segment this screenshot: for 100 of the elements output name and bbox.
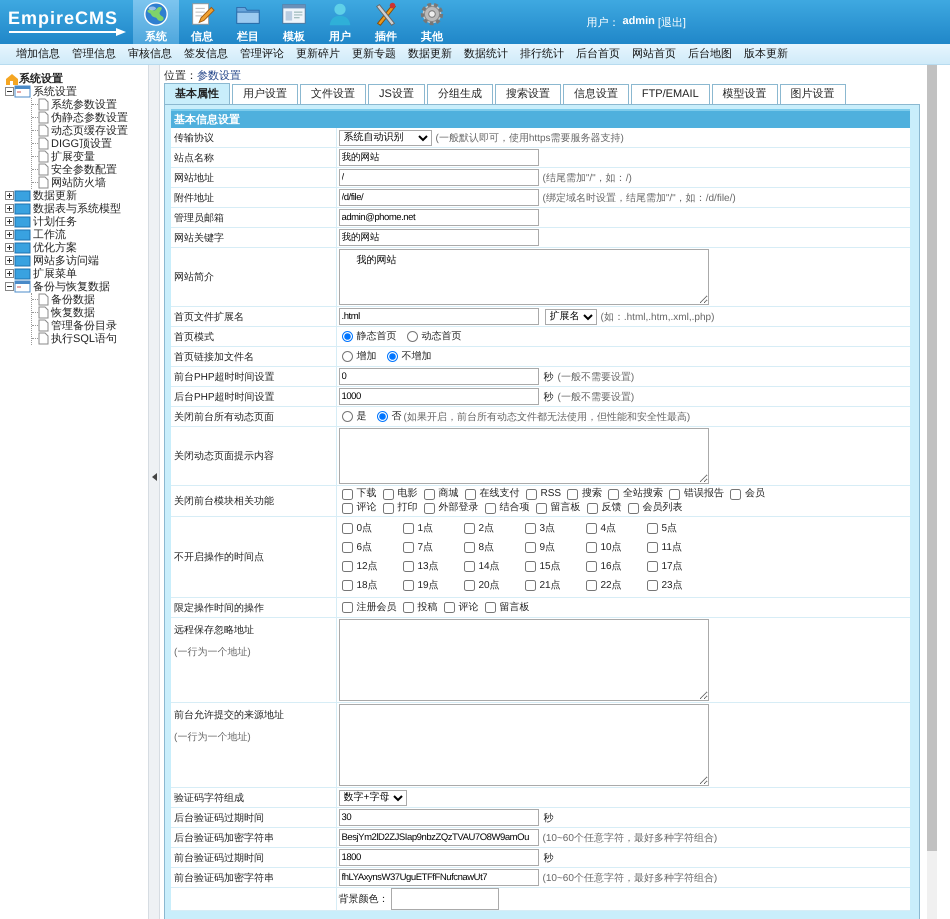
text-field[interactable]: 30 bbox=[338, 809, 538, 826]
tab[interactable]: FTP/EMAIL bbox=[630, 84, 710, 104]
tree-item[interactable]: 安全参数配置 bbox=[49, 162, 117, 177]
tree-item[interactable]: 管理备份目录 bbox=[49, 318, 117, 333]
checkbox[interactable] bbox=[402, 542, 414, 553]
tree-item[interactable]: 伪静态参数设置 bbox=[49, 110, 128, 125]
checkbox[interactable] bbox=[628, 502, 638, 514]
dropdown[interactable]: 数字+字母 bbox=[338, 790, 406, 806]
expand-icon[interactable] bbox=[5, 204, 14, 213]
radio-button[interactable] bbox=[342, 331, 352, 342]
text-area[interactable] bbox=[338, 428, 708, 484]
text-field[interactable]: 我的网站 bbox=[338, 229, 538, 246]
checkbox[interactable] bbox=[342, 580, 352, 591]
checkbox[interactable] bbox=[424, 488, 434, 500]
checkbox[interactable] bbox=[464, 561, 474, 572]
collapse-icon[interactable] bbox=[5, 87, 14, 96]
text-field[interactable]: admin@phome.net bbox=[338, 209, 538, 226]
checkbox[interactable] bbox=[342, 502, 352, 514]
menu-link[interactable]: 后台地图 bbox=[682, 44, 738, 64]
tree-item[interactable]: 网站防火墙 bbox=[49, 175, 106, 190]
checkbox[interactable] bbox=[646, 561, 658, 572]
tree-item[interactable]: 备份数据 bbox=[49, 292, 95, 307]
radio-button[interactable] bbox=[406, 331, 418, 342]
text-field[interactable]: 0 bbox=[338, 368, 538, 385]
checkbox[interactable] bbox=[342, 602, 352, 613]
checkbox[interactable] bbox=[536, 502, 546, 514]
checkbox[interactable] bbox=[402, 523, 414, 534]
menu-link[interactable]: 后台首页 bbox=[570, 44, 626, 64]
checkbox[interactable] bbox=[730, 488, 742, 500]
radio-button[interactable] bbox=[376, 411, 388, 422]
tree-item[interactable]: 网站多访问端 bbox=[31, 253, 99, 268]
checkbox[interactable] bbox=[484, 502, 496, 514]
radio-button[interactable] bbox=[342, 411, 352, 422]
expand-icon[interactable] bbox=[5, 269, 14, 278]
tree-root[interactable]: 系统设置 bbox=[19, 70, 63, 86]
checkbox[interactable] bbox=[586, 580, 596, 591]
menu-link[interactable]: 版本更新 bbox=[738, 44, 794, 64]
scrollbar-thumb[interactable] bbox=[927, 65, 937, 851]
tree-item[interactable]: 系统设置 bbox=[31, 84, 77, 99]
nav-button[interactable]: 其他 bbox=[409, 0, 455, 44]
menu-link[interactable]: 排行统计 bbox=[514, 44, 570, 64]
dropdown[interactable]: 系统自动识别 bbox=[338, 130, 432, 146]
menu-link[interactable]: 管理信息 bbox=[66, 44, 122, 64]
tree-item[interactable]: 扩展变量 bbox=[49, 149, 95, 164]
checkbox[interactable] bbox=[646, 523, 658, 534]
menu-link[interactable]: 更新碎片 bbox=[290, 44, 346, 64]
color-field[interactable] bbox=[390, 888, 498, 910]
tree-item[interactable]: DIGG顶设置 bbox=[49, 136, 112, 151]
menu-link[interactable]: 网站首页 bbox=[626, 44, 682, 64]
expand-icon[interactable] bbox=[5, 256, 14, 265]
checkbox[interactable] bbox=[646, 580, 658, 591]
tab[interactable]: 分组生成 bbox=[426, 84, 493, 104]
checkbox[interactable] bbox=[586, 561, 596, 572]
checkbox[interactable] bbox=[524, 542, 536, 553]
checkbox[interactable] bbox=[382, 502, 394, 514]
menu-link[interactable]: 签发信息 bbox=[178, 44, 234, 64]
tree-item[interactable]: 计划任务 bbox=[31, 214, 77, 229]
checkbox[interactable] bbox=[342, 523, 352, 534]
tab[interactable]: 用户设置 bbox=[232, 84, 298, 104]
nav-button[interactable]: 栏目 bbox=[225, 0, 271, 44]
text-field[interactable]: /d/file/ bbox=[338, 189, 538, 206]
menu-link[interactable]: 数据更新 bbox=[402, 44, 458, 64]
tree-item[interactable]: 系统参数设置 bbox=[49, 97, 117, 112]
checkbox[interactable] bbox=[524, 561, 536, 572]
text-field[interactable]: 我的网站 bbox=[338, 149, 538, 166]
text-area[interactable] bbox=[338, 704, 708, 786]
radio-button[interactable] bbox=[342, 351, 352, 362]
checkbox[interactable] bbox=[669, 488, 680, 500]
menu-link[interactable]: 审核信息 bbox=[122, 44, 178, 64]
collapse-icon[interactable] bbox=[5, 282, 14, 291]
checkbox[interactable] bbox=[464, 542, 474, 553]
tab[interactable]: 文件设置 bbox=[300, 84, 366, 104]
tab[interactable]: 信息设置 bbox=[562, 84, 629, 104]
text-area[interactable]: 我的网站 bbox=[338, 249, 708, 305]
checkbox[interactable] bbox=[402, 561, 414, 572]
tree-item[interactable]: 优化方案 bbox=[31, 240, 77, 255]
checkbox[interactable] bbox=[608, 488, 620, 500]
tree-item[interactable]: 恢复数据 bbox=[49, 305, 95, 320]
menu-link[interactable]: 管理评论 bbox=[234, 44, 290, 64]
text-field[interactable]: / bbox=[338, 169, 538, 186]
collapse-arrow-icon[interactable] bbox=[152, 473, 156, 481]
checkbox[interactable] bbox=[646, 542, 658, 553]
checkbox[interactable] bbox=[444, 602, 454, 613]
nav-button[interactable]: 信息 bbox=[179, 0, 225, 44]
nav-button[interactable]: 模板 bbox=[271, 0, 317, 44]
nav-button[interactable]: 用户 bbox=[317, 0, 363, 44]
tree-item[interactable]: 备份与恢复数据 bbox=[31, 279, 110, 294]
checkbox[interactable] bbox=[586, 542, 596, 553]
tree-item[interactable]: 工作流 bbox=[31, 227, 66, 242]
tree-item[interactable]: 动态页缓存设置 bbox=[49, 123, 128, 138]
checkbox[interactable] bbox=[382, 488, 394, 500]
checkbox[interactable] bbox=[526, 488, 536, 500]
expand-icon[interactable] bbox=[5, 243, 14, 252]
tab[interactable]: 模型设置 bbox=[712, 84, 778, 104]
text-field[interactable]: BesjYm2lD2ZJSIap9nbzZQzTVAU7O8W9amOu bbox=[338, 829, 538, 846]
expand-icon[interactable] bbox=[5, 217, 14, 226]
tab[interactable]: 图片设置 bbox=[780, 84, 846, 104]
tab[interactable]: 基本属性 bbox=[164, 83, 230, 104]
text-field[interactable]: .html bbox=[338, 308, 538, 325]
text-field[interactable]: 1800 bbox=[338, 849, 538, 866]
